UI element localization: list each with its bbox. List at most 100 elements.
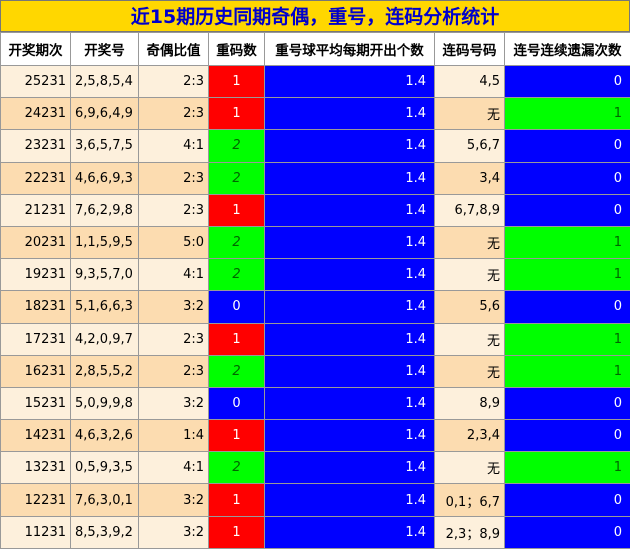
cell-period: 23231 (1, 130, 71, 162)
cell-numbers: 2,8,5,5,2 (71, 355, 139, 387)
table-row: 182315,1,6,6,33:201.45,60 (1, 291, 630, 323)
cell-numbers: 2,5,8,5,4 (71, 66, 139, 98)
cell-consecutive-miss: 0 (505, 194, 630, 226)
cell-period: 22231 (1, 162, 71, 194)
cell-odd-even-ratio: 2:3 (139, 98, 209, 130)
cell-repeat-count: 1 (209, 420, 265, 452)
cell-consecutive-numbers: 3,4 (435, 162, 505, 194)
header-numbers: 开奖号 (71, 33, 139, 66)
cell-repeat-average: 1.4 (265, 516, 435, 548)
cell-numbers: 0,5,9,3,5 (71, 452, 139, 484)
cell-consecutive-numbers: 0,1；6,7 (435, 484, 505, 516)
cell-odd-even-ratio: 1:4 (139, 420, 209, 452)
cell-numbers: 4,6,6,9,3 (71, 162, 139, 194)
cell-odd-even-ratio: 2:3 (139, 355, 209, 387)
table-body: 252312,5,8,5,42:311.44,50242316,9,6,4,92… (1, 66, 630, 549)
cell-repeat-average: 1.4 (265, 323, 435, 355)
cell-consecutive-numbers: 无 (435, 452, 505, 484)
cell-period: 12231 (1, 484, 71, 516)
cell-repeat-count: 1 (209, 516, 265, 548)
cell-numbers: 5,1,6,6,3 (71, 291, 139, 323)
cell-consecutive-miss: 1 (505, 323, 630, 355)
table-row: 112318,5,3,9,23:211.42,3；8,90 (1, 516, 630, 548)
cell-period: 15231 (1, 387, 71, 419)
cell-consecutive-miss: 0 (505, 162, 630, 194)
cell-period: 18231 (1, 291, 71, 323)
cell-numbers: 3,6,5,7,5 (71, 130, 139, 162)
header-consecutive-miss: 连号连续遗漏次数 (505, 33, 630, 66)
cell-consecutive-miss: 1 (505, 226, 630, 258)
cell-consecutive-numbers: 5,6 (435, 291, 505, 323)
stats-table: 开奖期次 开奖号 奇偶比值 重码数 重号球平均每期开出个数 连码号码 连号连续遗… (0, 32, 630, 549)
cell-consecutive-numbers: 4,5 (435, 66, 505, 98)
cell-repeat-average: 1.4 (265, 420, 435, 452)
cell-period: 11231 (1, 516, 71, 548)
cell-repeat-count: 1 (209, 323, 265, 355)
cell-consecutive-miss: 0 (505, 484, 630, 516)
cell-consecutive-miss: 0 (505, 291, 630, 323)
cell-numbers: 6,9,6,4,9 (71, 98, 139, 130)
table-row: 232313,6,5,7,54:121.45,6,70 (1, 130, 630, 162)
cell-repeat-count: 1 (209, 98, 265, 130)
header-period: 开奖期次 (1, 33, 71, 66)
cell-consecutive-numbers: 无 (435, 98, 505, 130)
cell-consecutive-miss: 0 (505, 516, 630, 548)
cell-consecutive-numbers: 无 (435, 259, 505, 291)
header-repeat-count: 重码数 (209, 33, 265, 66)
cell-repeat-average: 1.4 (265, 484, 435, 516)
cell-repeat-count: 1 (209, 66, 265, 98)
cell-repeat-average: 1.4 (265, 98, 435, 130)
cell-odd-even-ratio: 5:0 (139, 226, 209, 258)
cell-consecutive-miss: 0 (505, 387, 630, 419)
cell-consecutive-numbers: 2,3,4 (435, 420, 505, 452)
cell-odd-even-ratio: 4:1 (139, 259, 209, 291)
stats-panel: 近15期历史同期奇偶，重号，连码分析统计 开奖期次 开奖号 奇偶比值 重码数 重… (0, 0, 630, 548)
header-repeat-average: 重号球平均每期开出个数 (265, 33, 435, 66)
table-row: 222314,6,6,9,32:321.43,40 (1, 162, 630, 194)
table-row: 142314,6,3,2,61:411.42,3,40 (1, 420, 630, 452)
cell-odd-even-ratio: 3:2 (139, 516, 209, 548)
cell-repeat-average: 1.4 (265, 291, 435, 323)
cell-repeat-count: 0 (209, 291, 265, 323)
cell-odd-even-ratio: 3:2 (139, 387, 209, 419)
cell-consecutive-miss: 0 (505, 66, 630, 98)
cell-period: 14231 (1, 420, 71, 452)
cell-repeat-average: 1.4 (265, 259, 435, 291)
cell-repeat-count: 1 (209, 484, 265, 516)
cell-repeat-count: 1 (209, 194, 265, 226)
cell-odd-even-ratio: 2:3 (139, 194, 209, 226)
cell-consecutive-numbers: 6,7,8,9 (435, 194, 505, 226)
cell-odd-even-ratio: 4:1 (139, 452, 209, 484)
cell-repeat-count: 2 (209, 452, 265, 484)
cell-repeat-average: 1.4 (265, 66, 435, 98)
cell-numbers: 7,6,2,9,8 (71, 194, 139, 226)
cell-consecutive-numbers: 无 (435, 355, 505, 387)
cell-consecutive-numbers: 5,6,7 (435, 130, 505, 162)
cell-numbers: 4,2,0,9,7 (71, 323, 139, 355)
cell-consecutive-numbers: 2,3；8,9 (435, 516, 505, 548)
cell-consecutive-miss: 1 (505, 452, 630, 484)
table-row: 202311,1,5,9,55:021.4无1 (1, 226, 630, 258)
header-consecutive-numbers: 连码号码 (435, 33, 505, 66)
cell-odd-even-ratio: 2:3 (139, 162, 209, 194)
cell-consecutive-numbers: 无 (435, 226, 505, 258)
cell-consecutive-miss: 1 (505, 259, 630, 291)
cell-period: 17231 (1, 323, 71, 355)
cell-consecutive-miss: 1 (505, 355, 630, 387)
cell-period: 24231 (1, 98, 71, 130)
table-row: 252312,5,8,5,42:311.44,50 (1, 66, 630, 98)
cell-repeat-average: 1.4 (265, 130, 435, 162)
table-row: 132310,5,9,3,54:121.4无1 (1, 452, 630, 484)
cell-consecutive-numbers: 无 (435, 323, 505, 355)
header-row: 开奖期次 开奖号 奇偶比值 重码数 重号球平均每期开出个数 连码号码 连号连续遗… (1, 33, 630, 66)
cell-repeat-average: 1.4 (265, 162, 435, 194)
table-row: 192319,3,5,7,04:121.4无1 (1, 259, 630, 291)
cell-repeat-average: 1.4 (265, 355, 435, 387)
header-odd-even-ratio: 奇偶比值 (139, 33, 209, 66)
cell-repeat-average: 1.4 (265, 452, 435, 484)
cell-period: 20231 (1, 226, 71, 258)
cell-numbers: 9,3,5,7,0 (71, 259, 139, 291)
cell-period: 19231 (1, 259, 71, 291)
cell-numbers: 7,6,3,0,1 (71, 484, 139, 516)
table-row: 152315,0,9,9,83:201.48,90 (1, 387, 630, 419)
